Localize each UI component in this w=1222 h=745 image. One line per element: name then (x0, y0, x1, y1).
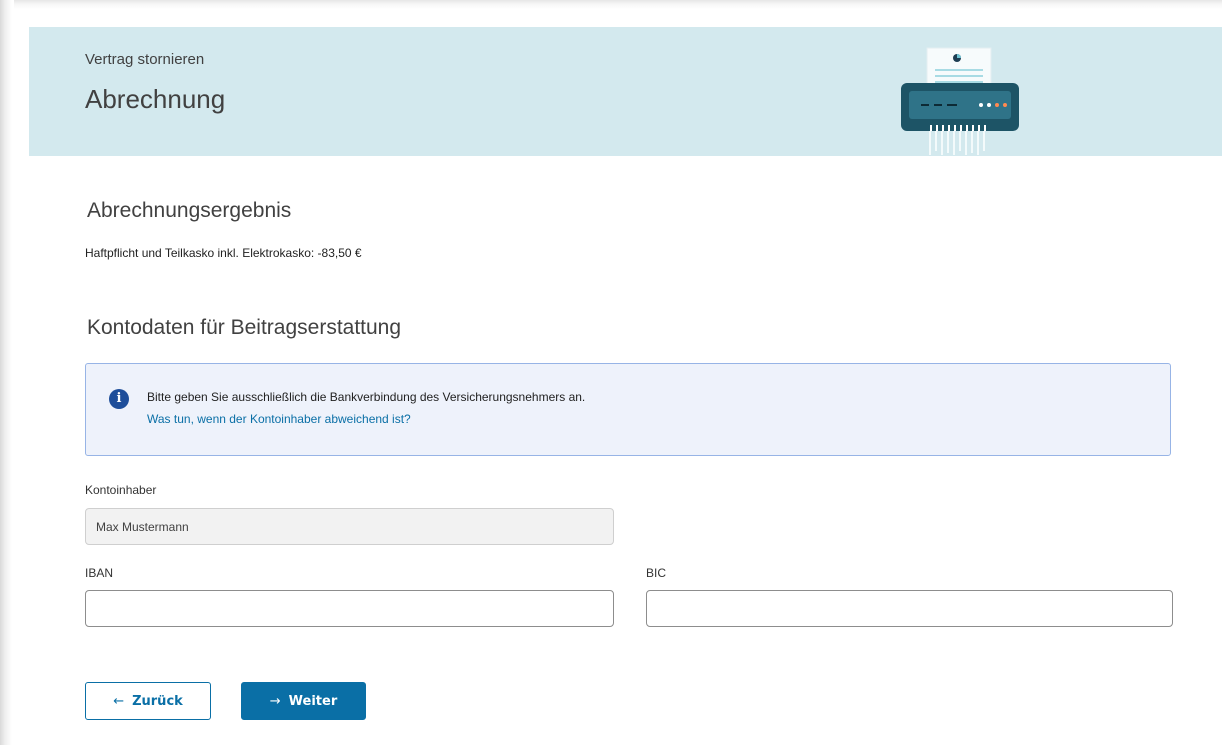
back-button-label: Zurück (132, 693, 183, 709)
next-button[interactable]: → Weiter (241, 682, 366, 720)
result-heading: Abrechnungsergebnis (87, 199, 292, 222)
page-title: Abrechnung (85, 84, 226, 114)
header-kicker: Vertrag stornieren (85, 51, 205, 68)
iban-label: IBAN (85, 566, 114, 580)
info-link[interactable]: Was tun, wenn der Kontoinhaber abweichen… (147, 412, 411, 426)
back-button[interactable]: ← Zurück (85, 682, 211, 720)
page: Vertrag stornieren Abrechnung Abrechnung… (0, 0, 1222, 745)
page-header: Vertrag stornieren Abrechnung (29, 27, 1222, 156)
shredder-illustration-icon (901, 47, 1019, 155)
arrow-right-icon: → (269, 693, 281, 709)
holder-field[interactable] (85, 508, 614, 545)
info-text: Bitte geben Sie ausschließlich die Bankv… (147, 390, 586, 404)
next-button-label: Weiter (288, 693, 338, 709)
bic-label: BIC (646, 566, 667, 580)
info-icon: i (109, 389, 129, 409)
top-shadow (0, 0, 1222, 10)
result-line: Haftpflicht und Teilkasko inkl. Elektrok… (85, 246, 362, 260)
info-box: i Bitte geben Sie ausschließlich die Ban… (85, 363, 1171, 456)
bic-field[interactable] (646, 590, 1173, 627)
left-shadow (0, 0, 14, 745)
arrow-left-icon: ← (113, 693, 125, 709)
iban-field[interactable] (85, 590, 614, 627)
account-heading: Kontodaten für Beitragserstattung (87, 316, 402, 339)
holder-label: Kontoinhaber (85, 483, 157, 497)
